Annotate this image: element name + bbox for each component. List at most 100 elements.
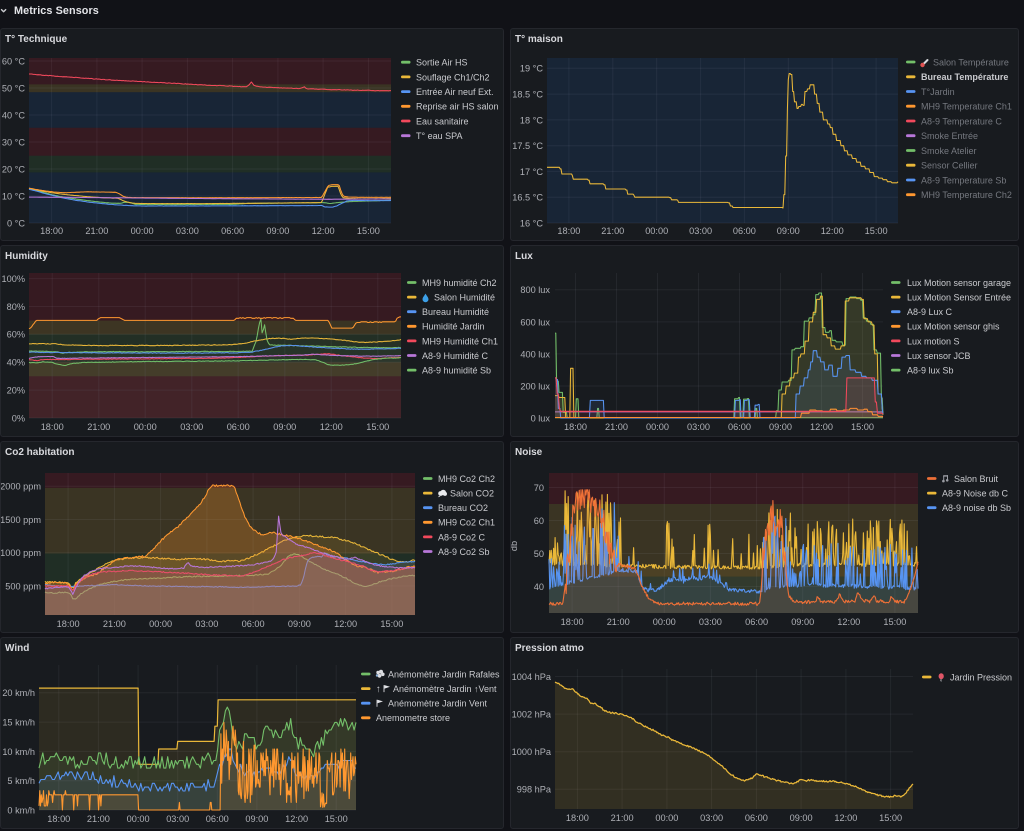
svg-text:03:00: 03:00 — [176, 226, 199, 236]
svg-text:15:00: 15:00 — [325, 814, 348, 824]
svg-text:00:00: 00:00 — [149, 619, 172, 629]
svg-text:Anemometre store: Anemometre store — [376, 713, 450, 723]
svg-text:800 lux: 800 lux — [520, 285, 550, 295]
svg-text:0 °C: 0 °C — [7, 218, 25, 228]
svg-text:A8-9 Humidité C: A8-9 Humidité C — [422, 351, 489, 361]
svg-text:03:00: 03:00 — [195, 619, 218, 629]
svg-text:1500 ppm: 1500 ppm — [1, 515, 41, 525]
svg-text:Humidity: Humidity — [5, 251, 48, 262]
svg-text:12:00: 12:00 — [810, 422, 833, 432]
svg-text:Bureau Humidité: Bureau Humidité — [422, 307, 489, 317]
svg-text:40%: 40% — [7, 358, 25, 368]
svg-text:1002 hPa: 1002 hPa — [512, 710, 552, 720]
svg-text:T° maison: T° maison — [515, 34, 563, 45]
svg-text:21:00: 21:00 — [607, 617, 630, 627]
svg-text:15:00: 15:00 — [357, 226, 380, 236]
svg-text:00:00: 00:00 — [646, 422, 669, 432]
svg-text:15 km/h: 15 km/h — [2, 718, 35, 728]
svg-text:06:00: 06:00 — [733, 226, 756, 236]
svg-text:Lux motion S: Lux motion S — [907, 336, 960, 346]
svg-text:03:00: 03:00 — [700, 813, 723, 823]
svg-text:06:00: 06:00 — [227, 422, 250, 432]
svg-text:Wind: Wind — [5, 643, 29, 654]
svg-text:A8-9 lux Sb: A8-9 lux Sb — [907, 366, 954, 376]
svg-text:A8-9 Temperature C: A8-9 Temperature C — [921, 116, 1002, 126]
svg-text:21:00: 21:00 — [601, 226, 624, 236]
svg-text:21:00: 21:00 — [103, 619, 126, 629]
svg-text:↑: ↑ — [376, 684, 381, 695]
svg-text:12:00: 12:00 — [320, 422, 343, 432]
svg-text:Bureau CO2: Bureau CO2 — [438, 503, 488, 513]
svg-text:03:00: 03:00 — [699, 617, 722, 627]
svg-text:21:00: 21:00 — [87, 814, 110, 824]
svg-text:Lux Motion Sensor Entrée: Lux Motion Sensor Entrée — [907, 293, 1011, 303]
svg-text:A8-9 humidité Sb: A8-9 humidité Sb — [422, 366, 491, 376]
svg-text:00:00: 00:00 — [655, 813, 678, 823]
svg-text:Smoke Entrée: Smoke Entrée — [921, 131, 978, 141]
svg-text:200 lux: 200 lux — [520, 381, 550, 391]
svg-text:19 °C: 19 °C — [520, 64, 543, 74]
svg-text:09:00: 09:00 — [790, 813, 813, 823]
svg-text:Entrée Air neuf Ext.: Entrée Air neuf Ext. — [416, 87, 494, 97]
svg-text:09:00: 09:00 — [245, 814, 268, 824]
svg-text:40: 40 — [534, 582, 544, 592]
svg-text:00:00: 00:00 — [131, 226, 154, 236]
svg-text:Anémomètre Jardin ↑Vent: Anémomètre Jardin ↑Vent — [393, 684, 497, 694]
svg-text:10 °C: 10 °C — [2, 191, 25, 201]
svg-text:17 °C: 17 °C — [520, 167, 543, 177]
svg-text:Noise: Noise — [515, 447, 543, 458]
svg-text:Sortie Air HS: Sortie Air HS — [416, 58, 468, 68]
svg-text:A8-9 Co2 Sb: A8-9 Co2 Sb — [438, 547, 490, 557]
svg-text:21:00: 21:00 — [611, 813, 634, 823]
svg-text:20 °C: 20 °C — [2, 164, 25, 174]
svg-text:2000 ppm: 2000 ppm — [1, 482, 41, 492]
svg-text:06:00: 06:00 — [206, 814, 229, 824]
svg-text:03:00: 03:00 — [166, 814, 189, 824]
svg-text:16 °C: 16 °C — [520, 218, 543, 228]
svg-text:Sensor Cellier: Sensor Cellier — [921, 161, 978, 171]
svg-text:17.5 °C: 17.5 °C — [512, 141, 543, 151]
svg-text:Eau sanitaire: Eau sanitaire — [416, 116, 469, 126]
svg-text:40 °C: 40 °C — [2, 110, 25, 120]
svg-text:03:00: 03:00 — [687, 422, 710, 432]
svg-text:Lux: Lux — [515, 251, 533, 262]
svg-text:12:00: 12:00 — [837, 617, 860, 627]
svg-text:A8-9 Noise db C: A8-9 Noise db C — [942, 489, 1009, 499]
svg-text:Anémomètre Jardin Vent: Anémomètre Jardin Vent — [388, 699, 488, 709]
svg-text:80%: 80% — [7, 302, 25, 312]
svg-text:00:00: 00:00 — [134, 422, 157, 432]
svg-text:15:00: 15:00 — [380, 619, 403, 629]
svg-text:12:00: 12:00 — [285, 814, 308, 824]
svg-text:21:00: 21:00 — [605, 422, 628, 432]
svg-text:Salon Température: Salon Température — [933, 57, 1009, 67]
svg-text:09:00: 09:00 — [769, 422, 792, 432]
svg-text:500 ppm: 500 ppm — [5, 581, 41, 591]
svg-text:18:00: 18:00 — [564, 422, 587, 432]
svg-text:18:00: 18:00 — [40, 226, 63, 236]
svg-text:00:00: 00:00 — [645, 226, 668, 236]
svg-text:60 °C: 60 °C — [2, 56, 25, 66]
svg-text:18:00: 18:00 — [41, 422, 64, 432]
svg-text:21:00: 21:00 — [85, 226, 108, 236]
svg-text:16.5 °C: 16.5 °C — [512, 193, 543, 203]
svg-text:Reprise air HS salon: Reprise air HS salon — [416, 102, 499, 112]
svg-text:Lux sensor JCB: Lux sensor JCB — [907, 351, 971, 361]
svg-text:50: 50 — [534, 549, 544, 559]
svg-text:0%: 0% — [12, 413, 25, 423]
svg-text:1000 ppm: 1000 ppm — [1, 548, 41, 558]
svg-text:Pression atmo: Pression atmo — [515, 643, 584, 654]
svg-text:20 km/h: 20 km/h — [2, 688, 35, 698]
svg-text:Lux Motion sensor ghis: Lux Motion sensor ghis — [907, 322, 1000, 332]
svg-text:09:00: 09:00 — [777, 226, 800, 236]
svg-text:06:00: 06:00 — [745, 617, 768, 627]
svg-text:06:00: 06:00 — [745, 813, 768, 823]
svg-text:60%: 60% — [7, 330, 25, 340]
svg-text:09:00: 09:00 — [288, 619, 311, 629]
svg-text:Bureau Température: Bureau Température — [921, 72, 1008, 82]
svg-text:Anémomètre Jardin Rafales: Anémomètre Jardin Rafales — [388, 669, 500, 679]
svg-text:20%: 20% — [7, 386, 25, 396]
svg-text:18:00: 18:00 — [557, 226, 580, 236]
svg-text:Salon Humidité: Salon Humidité — [434, 293, 495, 303]
svg-text:Salon Bruit: Salon Bruit — [954, 474, 999, 484]
svg-text:A8-9 Co2 C: A8-9 Co2 C — [438, 532, 486, 542]
